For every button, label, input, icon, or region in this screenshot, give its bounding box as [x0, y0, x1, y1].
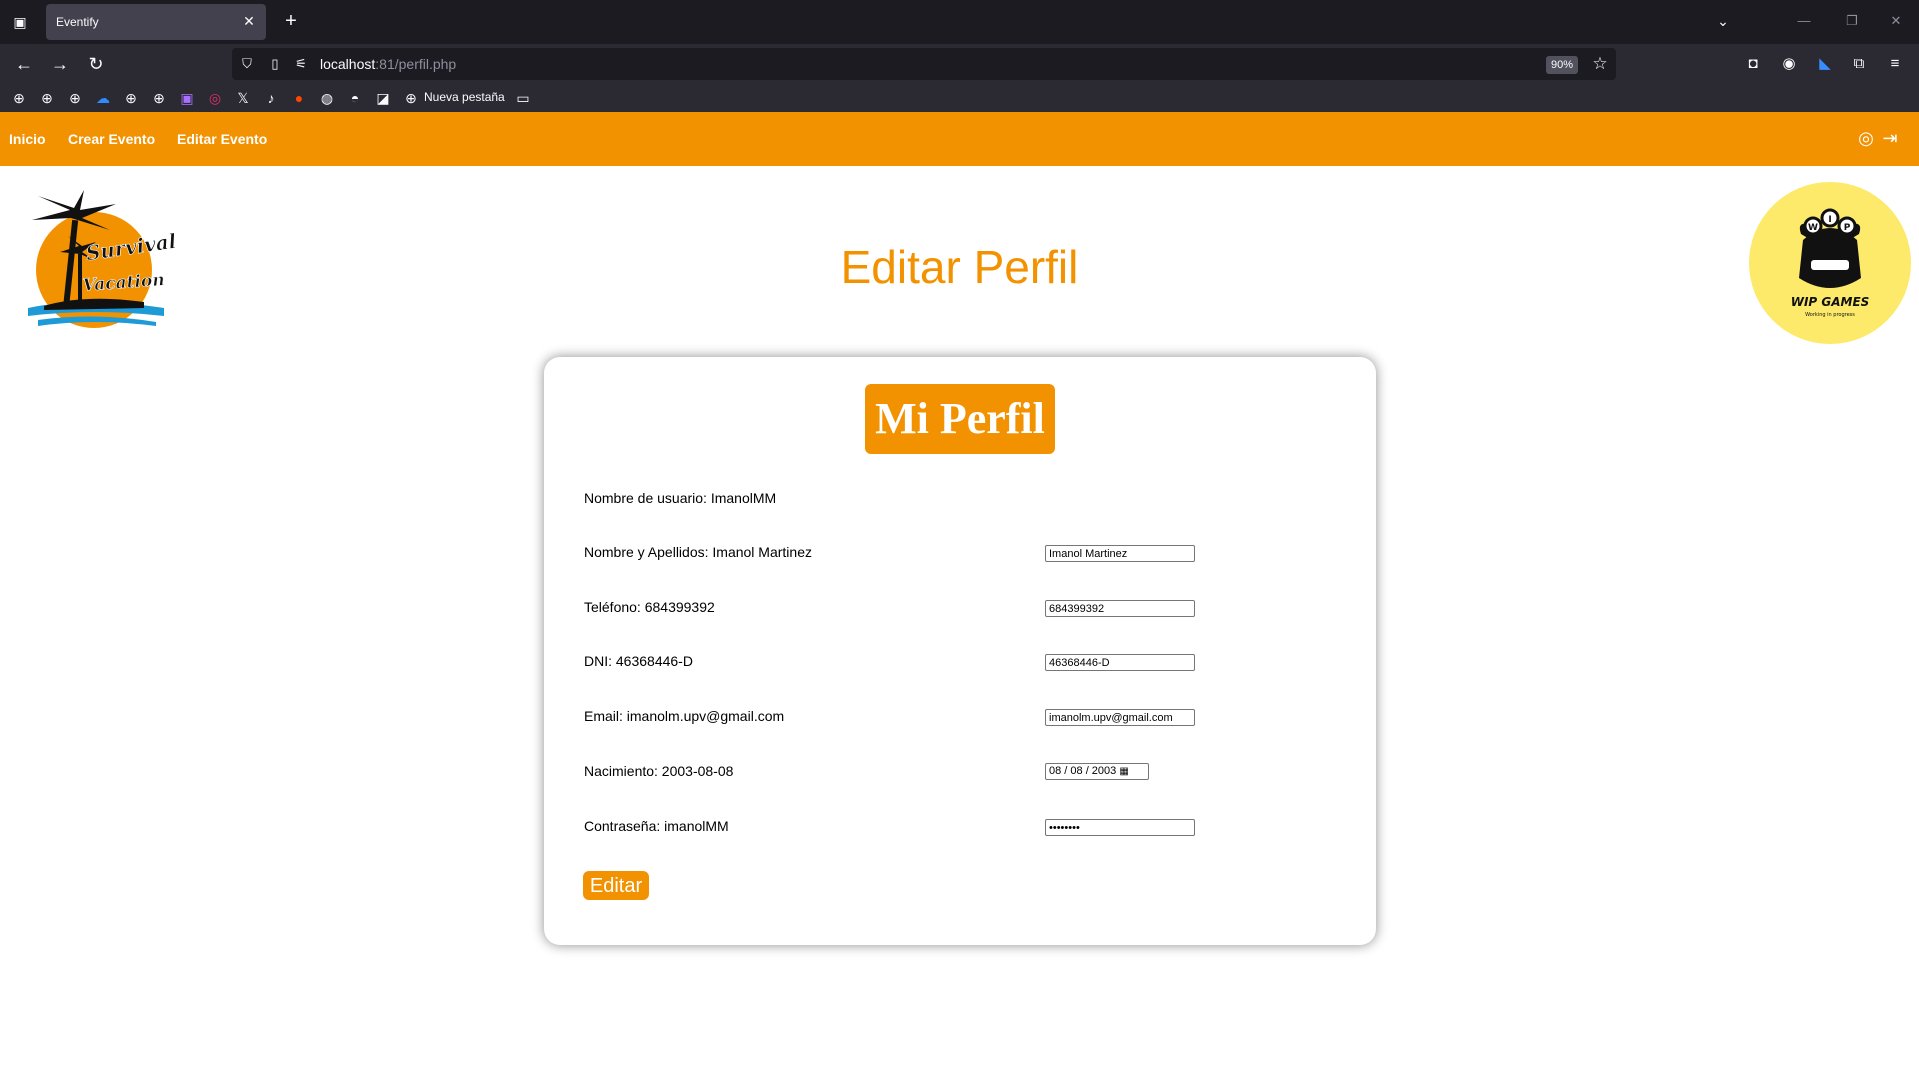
folder-icon[interactable]: ▭ [514, 89, 532, 107]
extensions-icon[interactable]: ⧉ [1848, 53, 1870, 75]
shield-icon[interactable]: ⛉ [238, 55, 256, 73]
account-icon[interactable]: ◉ [1778, 53, 1800, 75]
fullname-input[interactable] [1045, 545, 1195, 562]
globe-icon[interactable]: ⊕ [38, 89, 56, 107]
restore-icon[interactable]: ❐ [1832, 10, 1872, 32]
tab-list-icon[interactable]: ▣ [10, 12, 30, 32]
back-icon[interactable]: ← [10, 52, 38, 76]
instagram-icon[interactable]: ◎ [206, 89, 224, 107]
tab-bar: ▣ Eventify ✕ + ⌄ — ❐ ✕ [0, 0, 1919, 44]
permissions-icon[interactable]: ⚟ [292, 55, 310, 73]
globe-icon[interactable]: ⊕ [66, 89, 84, 107]
card-title: Mi Perfil [865, 384, 1055, 454]
globe-icon[interactable]: ⊕ [150, 89, 168, 107]
calendar-icon[interactable]: ▦ [1119, 766, 1128, 777]
fullname-label: Nombre y Apellidos: Imanol Martinez [584, 544, 812, 560]
window-close-icon[interactable]: ✕ [1876, 10, 1916, 32]
twitch-icon[interactable]: ▣ [178, 89, 196, 107]
bookmark-star-icon[interactable]: ☆ [1590, 54, 1610, 74]
nav-link-editar-evento[interactable]: Editar Evento [177, 131, 267, 147]
tab-title: Eventify [56, 15, 99, 29]
tiktok-icon[interactable]: ♪ [262, 89, 280, 107]
logo-text-working: Working in progress [1805, 312, 1855, 318]
globe-icon[interactable]: ⊕ [10, 89, 28, 107]
cloud-icon[interactable]: ☁ [94, 89, 112, 107]
url-path: :81/perfil.php [375, 56, 457, 72]
globe-icon[interactable]: ⊕ [122, 89, 140, 107]
dni-label: DNI: 46368446-D [584, 653, 693, 669]
app-icon[interactable]: ◪ [374, 89, 392, 107]
password-input[interactable] [1045, 819, 1195, 836]
reload-icon[interactable]: ↻ [82, 52, 110, 76]
tab-eventify[interactable]: Eventify ✕ [46, 4, 266, 40]
phone-label: Teléfono: 684399392 [584, 599, 715, 615]
chevron-down-icon[interactable]: ⌄ [1712, 10, 1734, 32]
github-icon[interactable]: ◍ [318, 89, 336, 107]
user-circle-icon[interactable]: ◎ [1856, 128, 1876, 148]
zoom-level[interactable]: 90% [1546, 56, 1578, 74]
navigation-toolbar: ← → ↻ ⛉ ▯ ⚟ localhost:81/perfil.php 90% … [0, 44, 1919, 84]
username-label: Nombre de usuario: ImanolMM [584, 490, 777, 506]
globe-icon[interactable]: ⊕ [402, 89, 420, 107]
url-text[interactable]: localhost:81/perfil.php [320, 56, 456, 72]
menu-icon[interactable]: ≡ [1884, 53, 1906, 75]
page-icon[interactable]: ▯ [266, 55, 284, 73]
url-host: localhost [320, 56, 376, 72]
logo-letter-w: W [1808, 223, 1818, 233]
profile-card: Mi Perfil Nombre de usuario: ImanolMM No… [544, 357, 1376, 945]
bookmark-nueva-pestana[interactable]: Nueva pestaña [424, 90, 505, 104]
phone-input[interactable] [1045, 600, 1195, 617]
pocket-icon[interactable]: ◘ [1742, 53, 1764, 75]
logo-letter-p: P [1844, 223, 1851, 233]
edit-button[interactable]: Editar [583, 871, 649, 900]
email-input[interactable] [1045, 709, 1195, 726]
browser-chrome: ▣ Eventify ✕ + ⌄ — ❐ ✕ ← → ↻ ⛉ ▯ ⚟ local… [0, 0, 1919, 112]
new-tab-icon[interactable]: + [280, 10, 302, 32]
minimize-icon[interactable]: — [1784, 10, 1824, 32]
forward-icon[interactable]: → [46, 52, 74, 76]
url-bar[interactable]: ⛉ ▯ ⚟ localhost:81/perfil.php 90% ☆ [232, 48, 1616, 80]
logo-text-wip-games: WIP GAMES [1791, 295, 1870, 309]
birthdate-value: 08 / 08 / 2003 [1049, 765, 1117, 777]
birthdate-input[interactable]: 08 / 08 / 2003 ▦ [1045, 763, 1149, 780]
bookmarks-bar: ⊕ ⊕ ⊕ ☁ ⊕ ⊕ ▣ ◎ 𝕏 ♪ ● ◍ ◓ ◪ ⊕ Nueva pest… [0, 84, 1919, 112]
reddit-icon[interactable]: ● [290, 89, 308, 107]
page-title: Editar Perfil [840, 241, 1079, 293]
nav-link-inicio[interactable]: Inicio [9, 131, 46, 147]
email-label: Email: imanolm.upv@gmail.com [584, 708, 785, 724]
close-tab-icon[interactable]: ✕ [240, 12, 258, 30]
logout-icon[interactable]: ⇥ [1880, 128, 1900, 148]
logo-letter-i: I [1828, 215, 1831, 225]
x-icon[interactable]: 𝕏 [234, 89, 252, 107]
ghost-icon[interactable]: ◓ [346, 89, 364, 107]
site-navbar: Inicio Crear Evento Editar Evento ◎ ⇥ [0, 112, 1919, 166]
extension-blue-icon[interactable]: ◣ [1814, 53, 1836, 75]
birthdate-label: Nacimiento: 2003-08-08 [584, 763, 734, 779]
nav-link-crear-evento[interactable]: Crear Evento [68, 131, 155, 147]
dni-input[interactable] [1045, 654, 1195, 671]
password-label: Contraseña: imanolMM [584, 818, 729, 834]
